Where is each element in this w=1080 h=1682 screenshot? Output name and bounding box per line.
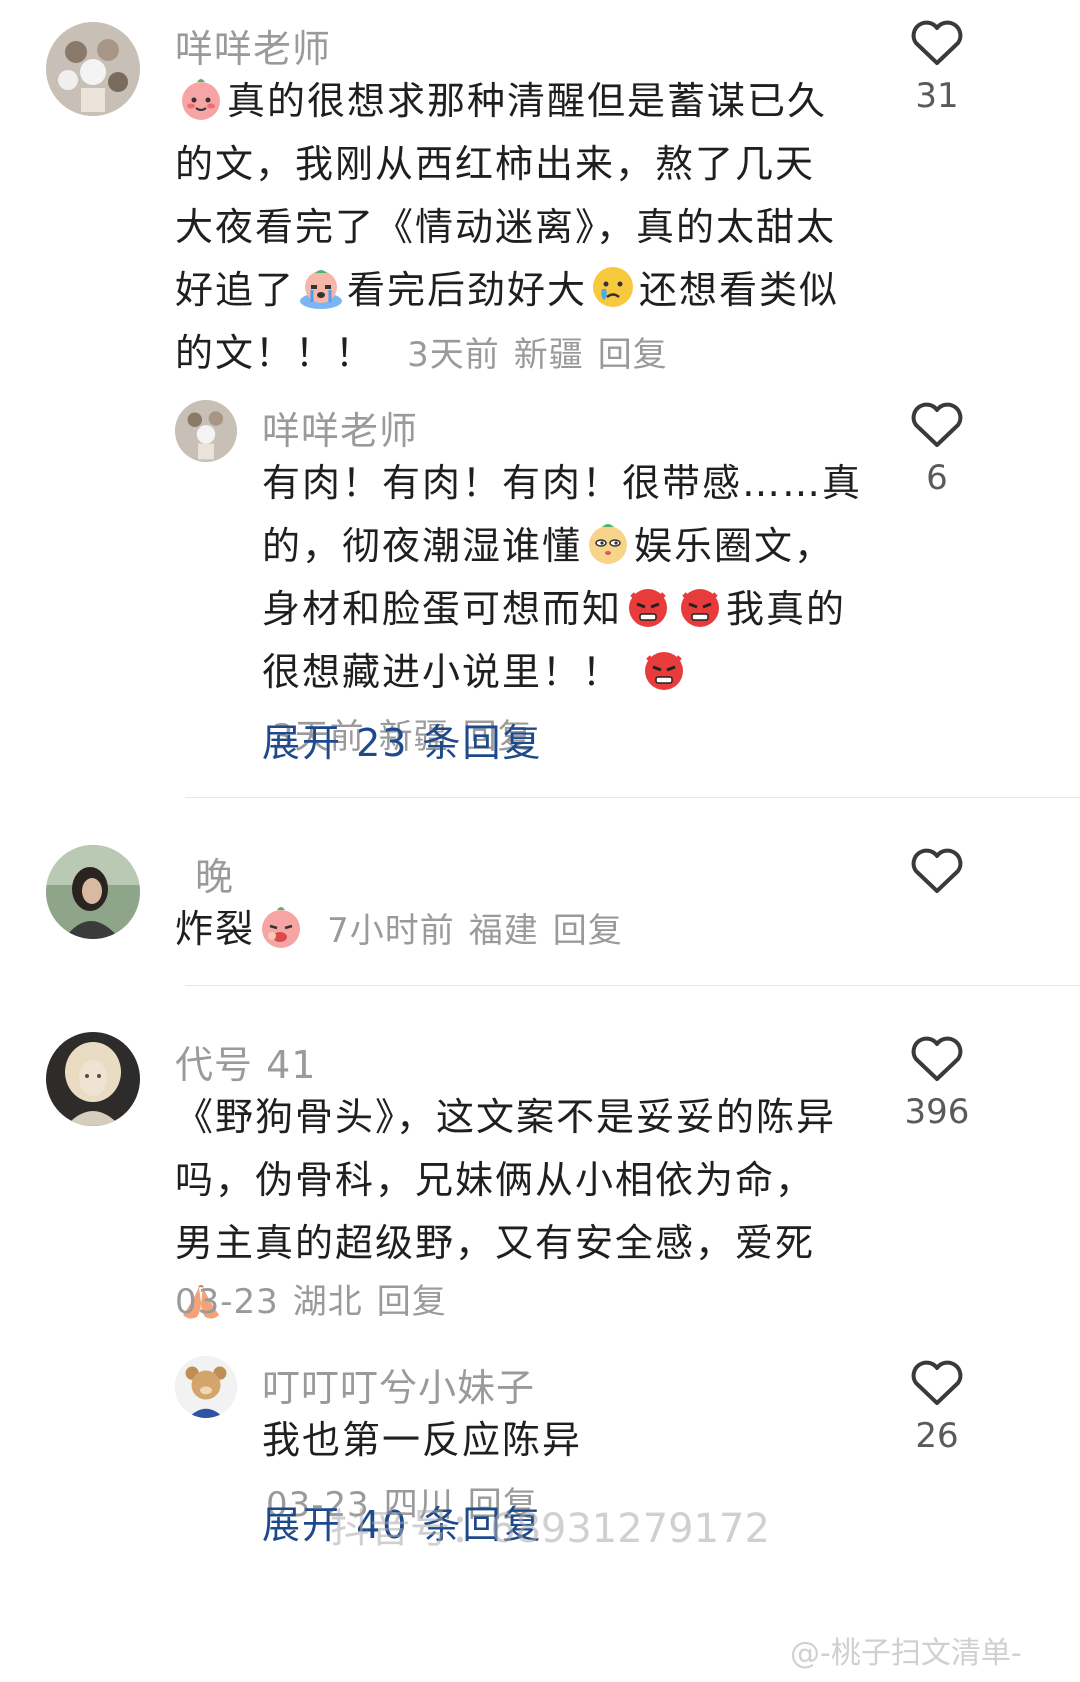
heart-outline-icon[interactable] — [911, 1036, 963, 1082]
portrait-avatar-icon — [46, 845, 140, 939]
comment-time: 03-23 — [175, 1282, 279, 1322]
peach-face-emoji — [257, 902, 305, 950]
expand-replies-button[interactable]: 展开 23 条回复 — [262, 712, 543, 767]
cats-avatar-icon — [46, 22, 140, 116]
heart-outline-icon[interactable] — [911, 1360, 963, 1406]
avatar[interactable] — [175, 1356, 237, 1418]
comment-time: 7小时前 — [327, 911, 455, 951]
avatar[interactable] — [46, 1032, 140, 1126]
like-group — [887, 848, 987, 904]
like-group: 6 — [887, 402, 987, 498]
sad-face-emoji — [589, 263, 637, 311]
like-group: 396 — [887, 1036, 987, 1132]
heart-outline-icon[interactable] — [911, 848, 963, 894]
comment-text-part: 看完后劲好大 — [347, 268, 588, 312]
comment-meta: 7小时前 福建 回复 — [327, 911, 637, 951]
like-count: 396 — [904, 1092, 970, 1132]
comment-author[interactable]: 咩咩老师 — [175, 18, 331, 73]
comment-author[interactable]: 代号 41 — [175, 1034, 316, 1089]
comment-text-part: 我也第一反应陈异 — [262, 1418, 583, 1462]
divider — [185, 797, 1080, 798]
watermark-weibo: @-桃子扫文清单- — [790, 1636, 1022, 1671]
watermark-douyin: 抖音号：68931279172 — [330, 1506, 770, 1552]
angry-devil-emoji — [624, 582, 672, 630]
divider — [185, 985, 1080, 986]
avatar[interactable] — [46, 22, 140, 116]
peach-face-emoji — [177, 74, 225, 122]
comment-author[interactable]: 咩咩老师 — [262, 400, 418, 455]
like-group: 31 — [887, 20, 987, 116]
avatar[interactable] — [46, 845, 140, 939]
like-count: 6 — [926, 458, 948, 498]
bear-avatar-icon — [175, 1356, 237, 1418]
comment-meta: 3天前 新疆 回复 — [407, 335, 682, 375]
comment-meta: 03-23 湖北 回复 — [175, 1274, 461, 1323]
angry-devil-emoji — [676, 582, 724, 630]
like-count: 31 — [915, 76, 959, 116]
heart-outline-icon[interactable] — [911, 402, 963, 448]
comment-author[interactable]: 叮叮叮兮小妹子 — [262, 1357, 535, 1412]
comment-location: 湖北 — [292, 1282, 363, 1322]
like-group: 26 — [887, 1360, 987, 1456]
reply-button[interactable]: 回复 — [553, 911, 623, 951]
comment-text: 真的很想求那种清醒但是蓄谋已久的文，我刚从西红柿出来，熬了几天大夜看完了《情动迷… — [175, 70, 845, 387]
comment-text-part: 《野狗骨头》，这文案不是妥妥的陈异吗，伪骨科，兄妹俩从小相依为命，男主真的超级野… — [175, 1095, 837, 1265]
comment-text: 炸裂 7小时前 福建 回复 — [175, 898, 855, 963]
comment-text-part: 炸裂 — [175, 907, 256, 951]
comment-location: 新疆 — [513, 335, 584, 375]
reply-button[interactable]: 回复 — [598, 335, 668, 375]
crying-face-emoji — [297, 263, 345, 311]
heart-outline-icon[interactable] — [911, 20, 963, 66]
comment-location: 福建 — [468, 911, 539, 951]
comment-author[interactable]: 晚 — [195, 846, 234, 901]
reply-button[interactable]: 回复 — [377, 1282, 447, 1322]
like-count: 26 — [915, 1416, 959, 1456]
avatar[interactable] — [175, 400, 237, 462]
cats-avatar-icon — [175, 400, 237, 462]
doll-avatar-icon — [46, 1032, 140, 1126]
angry-devil-emoji — [640, 645, 688, 693]
comment-time: 3天前 — [407, 335, 500, 375]
smug-face-emoji — [584, 519, 632, 567]
